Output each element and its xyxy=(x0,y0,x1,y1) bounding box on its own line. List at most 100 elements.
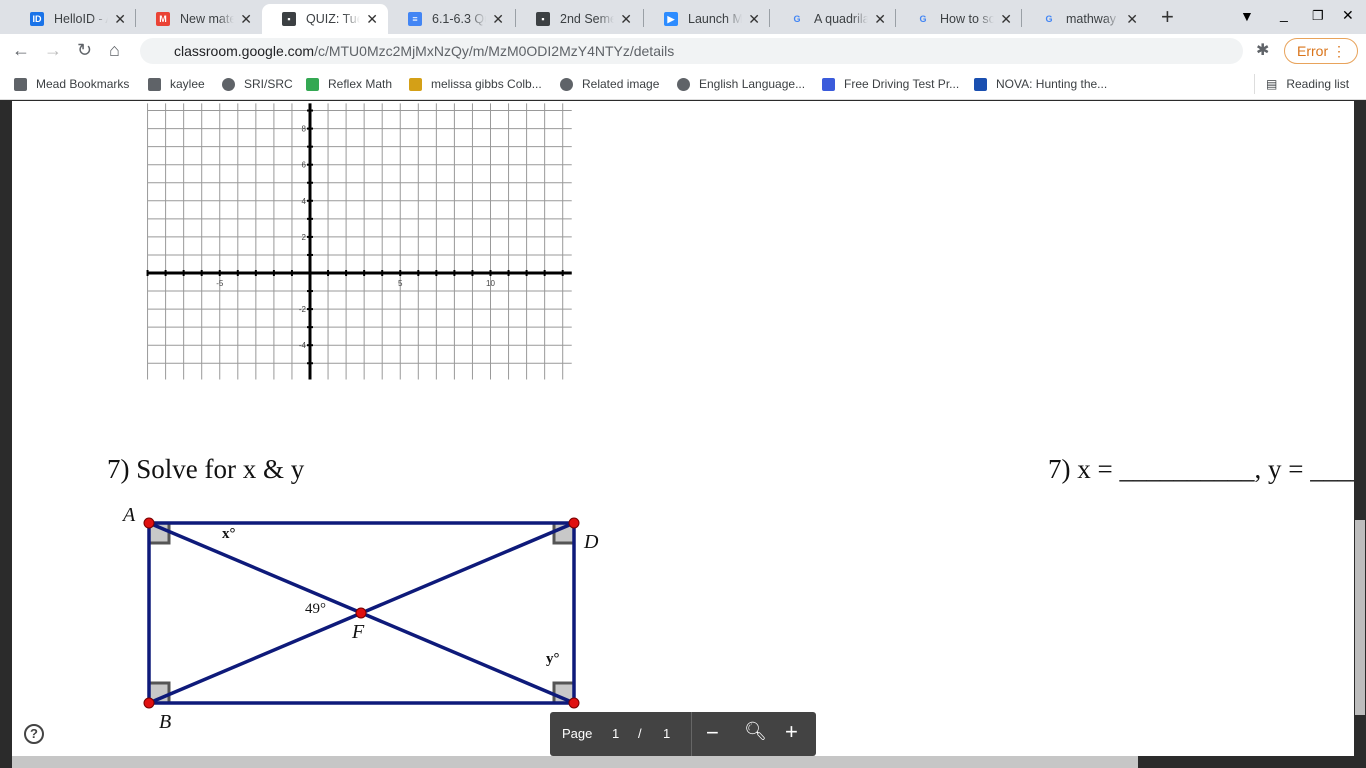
y-tick-label: -2 xyxy=(299,305,307,314)
tab[interactable]: ▪ 2nd Semest ✕ xyxy=(516,4,642,34)
address-bar[interactable]: classroom.google.com/c/MTU0Mzc2MjMxNzQy/… xyxy=(140,38,1243,64)
close-window-icon[interactable]: ✕ xyxy=(1342,7,1354,24)
vertical-scrollbar-thumb[interactable] xyxy=(1355,520,1365,715)
bookmark-item[interactable]: NOVA: Hunting the... xyxy=(974,77,1107,91)
bookmark-label: English Language... xyxy=(699,77,806,91)
classroom-icon: ▪ xyxy=(536,12,550,26)
bookmark-label: Reflex Math xyxy=(328,77,393,91)
current-page[interactable]: 1 xyxy=(612,726,619,741)
google-icon: G xyxy=(793,14,801,24)
close-tab-icon[interactable]: ✕ xyxy=(620,11,632,28)
tab[interactable]: ≡ 6.1-6.3 Quiz ✕ xyxy=(388,4,514,34)
page-separator: / xyxy=(638,726,642,741)
bookmark-label: kaylee xyxy=(170,77,205,91)
tab[interactable]: M New materi ✕ xyxy=(136,4,262,34)
pdf-page-toolbar: Page 1 / 1 − 🔍︎ + xyxy=(550,712,816,756)
tab-title: Launch Me xyxy=(688,12,743,26)
bookmark-label: melissa gibbs Colb... xyxy=(431,77,542,91)
tab[interactable]: G A quadrilat ✕ xyxy=(770,4,896,34)
classroom-icon: ▪ xyxy=(282,12,296,26)
reading-list-label: Reading list xyxy=(1286,77,1350,91)
extensions-icon[interactable]: ✱ xyxy=(1256,40,1269,60)
tab[interactable]: Gmathway - ✕ xyxy=(1022,4,1148,34)
reload-icon[interactable]: ↻ xyxy=(77,40,92,61)
url-host: classroom.google.com xyxy=(174,43,315,59)
answer-line: 7) x = __________, y = _____ xyxy=(1048,454,1354,484)
rectangle-diagram xyxy=(143,517,580,709)
back-icon[interactable]: ← xyxy=(12,40,30,61)
bookmark-item[interactable]: SRI/SRC xyxy=(222,77,293,91)
point-a xyxy=(143,517,155,529)
bookmark-item[interactable]: kaylee xyxy=(148,77,205,91)
bookmarks-folder-icon xyxy=(14,77,27,91)
page-label: Page xyxy=(562,726,593,741)
close-tab-icon[interactable]: ✕ xyxy=(240,11,252,28)
question-title: 7) Solve for x & y xyxy=(107,454,305,484)
tab[interactable]: ID HelloID - Ap ✕ xyxy=(10,4,136,34)
close-tab-icon[interactable]: ✕ xyxy=(1000,11,1012,28)
y-tick-label: 8 xyxy=(302,125,307,134)
close-tab-icon[interactable]: ✕ xyxy=(874,11,886,28)
pdf-page: -5 5 10 8 6 4 2 -2 -4 7) Solve for x & y 7) x = … xyxy=(12,101,1354,756)
angle-x-label: x° xyxy=(222,526,236,542)
tab-title: 2nd Semest xyxy=(560,12,615,26)
bookmark-item[interactable]: melissa gibbs Colb... xyxy=(409,77,542,91)
close-tab-icon[interactable]: ✕ xyxy=(366,11,378,28)
point-b xyxy=(143,697,155,709)
point-f xyxy=(355,607,367,619)
close-tab-icon[interactable]: ✕ xyxy=(1126,11,1138,28)
tab[interactable]: ▪ QUIZ: Tue M ✕ xyxy=(262,4,388,34)
x-tick-label: 5 xyxy=(398,279,403,288)
tab-strip: ID HelloID - Ap ✕ M New materi ✕ ▪ QUIZ: Tue M ✕… xyxy=(0,0,1366,34)
tab[interactable]: ▶ Launch Me ✕ xyxy=(644,4,770,34)
home-icon[interactable]: ⌂ xyxy=(109,40,120,61)
angle-y-label: y° xyxy=(546,651,560,667)
x-tick-label: 10 xyxy=(486,279,495,288)
tab-title: QUIZ: Tue M xyxy=(306,12,361,26)
gmail-icon: M xyxy=(156,12,170,26)
tab[interactable]: G How to solv ✕ xyxy=(896,4,1022,34)
y-tick-label: 6 xyxy=(302,161,307,170)
reflex-icon xyxy=(306,77,319,91)
label-f: F xyxy=(352,621,365,643)
minimize-icon[interactable]: _ xyxy=(1280,6,1288,22)
folder-icon xyxy=(148,77,161,91)
label-a: A xyxy=(123,504,136,526)
bookmark-item[interactable]: Free Driving Test Pr... xyxy=(822,77,959,91)
y-tick-label: 2 xyxy=(302,233,307,242)
label-b: B xyxy=(159,711,172,733)
zoom-icon: ▶ xyxy=(664,12,678,26)
bookmark-label: SRI/SRC xyxy=(244,77,293,91)
close-tab-icon[interactable]: ✕ xyxy=(492,11,504,28)
profile-error-button[interactable]: Error ⋮ xyxy=(1284,38,1358,64)
zoom-in-icon[interactable]: + xyxy=(785,719,798,745)
tab-search-icon[interactable]: ▼ xyxy=(1240,8,1254,24)
zoom-reset-icon[interactable]: 🔍︎ xyxy=(744,721,767,742)
bookmark-item[interactable]: Reflex Math xyxy=(306,77,392,91)
label-d: D xyxy=(584,531,599,553)
reading-list-icon: ▤ xyxy=(1266,77,1278,91)
y-tick-label: -4 xyxy=(299,341,307,350)
google-icon: G xyxy=(919,14,927,24)
site-icon xyxy=(409,77,422,91)
close-tab-icon[interactable]: ✕ xyxy=(748,11,760,28)
bookmark-label: Mead Bookmarks xyxy=(36,77,130,91)
bookmark-label: Related image xyxy=(582,77,660,91)
new-tab-icon[interactable]: + xyxy=(1161,4,1174,30)
point-c xyxy=(568,697,580,709)
help-icon[interactable]: ? xyxy=(24,724,44,744)
horizontal-scrollbar[interactable] xyxy=(12,756,1138,768)
bookmark-item[interactable]: English Language... xyxy=(677,77,805,91)
reading-list-button[interactable]: ▤ Reading list xyxy=(1266,77,1349,91)
error-label: Error xyxy=(1297,43,1329,59)
close-tab-icon[interactable]: ✕ xyxy=(114,11,126,28)
restore-icon[interactable]: ❐ xyxy=(1312,8,1324,24)
bookmark-label: NOVA: Hunting the... xyxy=(996,77,1108,91)
bookmark-item[interactable]: Related image xyxy=(560,77,659,91)
forward-icon[interactable]: → xyxy=(44,40,62,61)
zoom-out-icon[interactable]: − xyxy=(706,720,719,746)
bookmark-item[interactable]: Mead Bookmarks xyxy=(14,77,129,91)
angle-49-label: 49° xyxy=(305,601,326,617)
bookmark-label: Free Driving Test Pr... xyxy=(844,77,960,91)
google-icon: G xyxy=(1045,14,1053,24)
